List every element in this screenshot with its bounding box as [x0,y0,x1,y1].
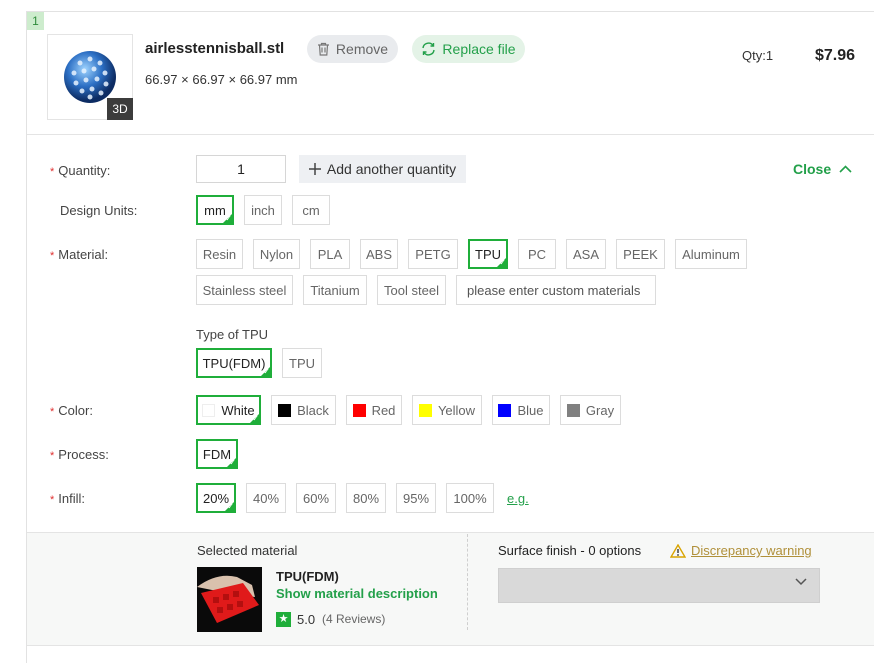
material-option-pla[interactable]: PLA [310,239,350,269]
refresh-icon [422,42,436,56]
selected-material-title: Selected material [197,543,298,558]
discrepancy-warning-label: Discrepancy warning [691,543,812,558]
unit-option-mm[interactable]: mm ✓ [196,195,234,225]
color-option-gray[interactable]: Gray [560,395,621,425]
trash-icon [317,42,329,56]
material-option-peek[interactable]: PEEK [616,239,665,269]
color-swatch [278,403,292,417]
color-option-blue[interactable]: Blue [492,395,550,425]
required-asterisk: * [50,166,55,178]
material-photo [197,567,262,632]
divider [27,134,874,135]
color-option-red[interactable]: Red [346,395,402,425]
quantity-summary: Qty:1 [742,48,774,63]
process-option-fdm[interactable]: FDM ✓ [196,439,238,469]
type-option-tpu[interactable]: TPU [282,348,322,378]
close-options-button[interactable]: Close [793,161,852,177]
quantity-row-label: * Quantity: [50,163,111,178]
material-option-tool-steel[interactable]: Tool steel [377,275,446,305]
review-count[interactable]: (4 Reviews) [322,612,385,626]
process-row-label: * Process: [50,447,109,462]
chevron-up-icon [839,165,852,173]
material-option-tpu[interactable]: TPU ✓ [468,239,508,269]
design-units-label: Design Units: [60,203,138,218]
show-material-description-link[interactable]: Show material description [276,586,438,601]
quantity-input[interactable]: 1 [196,155,286,183]
3d-view-badge[interactable]: 3D [107,98,133,120]
color-option-white[interactable]: White ✓ [196,395,261,425]
color-swatch [418,403,432,417]
material-option-nylon[interactable]: Nylon [253,239,300,269]
tennis-ball-model-image [64,51,116,103]
material-option-aluminum[interactable]: Aluminum [675,239,747,269]
infill-option-60[interactable]: 60% [296,483,336,513]
required-asterisk: * [50,250,55,262]
color-swatch [566,403,580,417]
material-option-titanium[interactable]: Titanium [303,275,367,305]
plus-icon [308,163,321,175]
material-rating: 5.0 [297,612,316,627]
color-swatch [202,403,216,417]
required-asterisk: * [50,450,55,462]
color-swatch [498,403,512,417]
unit-option-cm[interactable]: cm [292,195,330,225]
material-option-abs[interactable]: ABS [360,239,398,269]
warning-icon [670,543,686,558]
infill-example-link[interactable]: e.g. [507,491,529,506]
replace-file-button[interactable]: Replace file [412,35,525,63]
infill-option-80[interactable]: 80% [346,483,386,513]
color-option-black[interactable]: Black [271,395,336,425]
remove-label: Remove [335,41,389,57]
material-option-resin[interactable]: Resin [196,239,243,269]
close-label: Close [793,161,832,177]
star-icon: ★ [276,612,291,627]
file-name: airlesstennisball.stl [145,40,285,57]
item-index-badge: 1 [27,12,44,30]
material-option-stainless-steel[interactable]: Stainless steel [196,275,293,305]
material-option-asa[interactable]: ASA [566,239,606,269]
add-another-quantity-button[interactable]: Add another quantity [299,155,466,183]
type-option-tpu-fdm[interactable]: TPU(FDM) ✓ [196,348,272,378]
color-row-label: * Color: [50,403,93,418]
surface-finish-title: Surface finish - 0 options [498,543,642,558]
item-price: $7.96 [815,47,856,64]
chevron-down-icon [795,578,807,586]
material-option-petg[interactable]: PETG [408,239,458,269]
infill-row-label: * Infill: [50,491,86,506]
model-thumbnail[interactable]: 3D [47,34,133,120]
infill-option-100[interactable]: 100% [446,483,494,513]
unit-option-inch[interactable]: inch [244,195,282,225]
infill-option-40[interactable]: 40% [246,483,286,513]
selected-material-name: TPU(FDM) [276,569,339,584]
infill-option-20[interactable]: 20% ✓ [196,483,236,513]
material-option-pc[interactable]: PC [518,239,556,269]
infill-option-95[interactable]: 95% [396,483,436,513]
material-row-label: * Material: [50,247,109,262]
add-quantity-label: Add another quantity [326,161,457,177]
model-dimensions: 66.97 × 66.97 × 66.97 mm [145,72,298,87]
surface-finish-select[interactable] [498,568,820,603]
custom-material-input[interactable]: please enter custom materials [456,275,656,305]
discrepancy-warning-link[interactable]: Discrepancy warning [670,543,812,558]
remove-button[interactable]: Remove [307,35,398,63]
color-swatch [352,403,366,417]
required-asterisk: * [50,494,55,506]
divider [467,534,468,630]
material-sample-image [197,567,262,632]
color-option-yellow[interactable]: Yellow [412,395,482,425]
replace-file-label: Replace file [442,41,516,57]
material-type-title: Type of TPU [196,327,269,342]
required-asterisk: * [50,406,55,418]
